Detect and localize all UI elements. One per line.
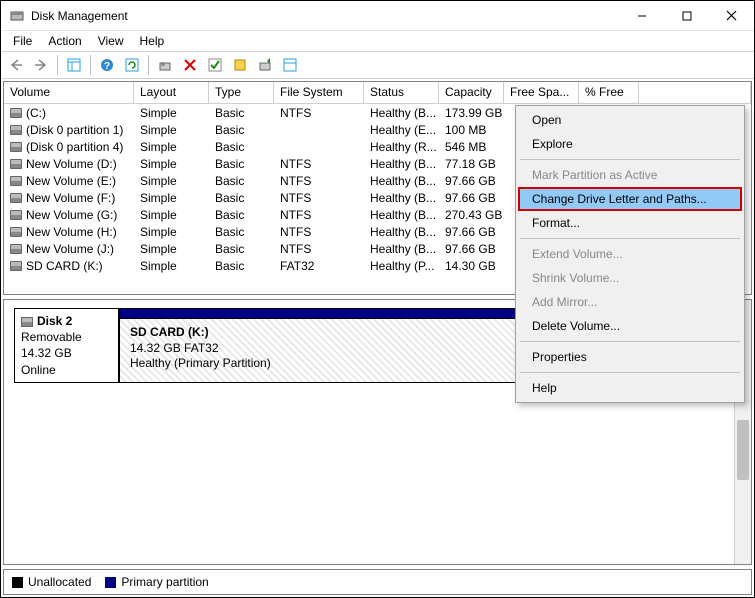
toolbar: ? <box>1 51 754 79</box>
rescan-button[interactable] <box>254 54 276 76</box>
col-padding <box>639 82 751 103</box>
app-icon <box>9 8 25 24</box>
disk-management-window: Disk Management File Action View Help ? <box>0 0 755 598</box>
ctx-format[interactable]: Format... <box>518 211 742 235</box>
minimize-button[interactable] <box>619 1 664 30</box>
ctx-add-mirror: Add Mirror... <box>518 290 742 314</box>
disk-label: Disk 2 <box>37 314 72 328</box>
disk-info: Disk 2 Removable 14.32 GB Online <box>14 308 119 383</box>
col-volume[interactable]: Volume <box>4 82 134 103</box>
volume-icon <box>10 125 22 135</box>
scrollbar-thumb[interactable] <box>737 420 749 480</box>
col-file-system[interactable]: File System <box>274 82 364 103</box>
separator <box>90 55 91 75</box>
ctx-extend-volume: Extend Volume... <box>518 242 742 266</box>
disk-removable: Removable <box>21 329 112 345</box>
partition-status: Healthy (Primary Partition) <box>130 356 271 370</box>
menu-file[interactable]: File <box>5 32 40 50</box>
col-type[interactable]: Type <box>209 82 274 103</box>
delete-button[interactable] <box>179 54 201 76</box>
volume-icon <box>10 210 22 220</box>
col-free-space[interactable]: Free Spa... <box>504 82 579 103</box>
ctx-shrink-volume: Shrink Volume... <box>518 266 742 290</box>
legend: Unallocated Primary partition <box>3 569 752 595</box>
ctx-separator <box>520 372 740 373</box>
column-headers: Volume Layout Type File System Status Ca… <box>4 82 751 104</box>
refresh-button[interactable] <box>121 54 143 76</box>
window-title: Disk Management <box>31 9 619 23</box>
menu-action[interactable]: Action <box>40 32 89 50</box>
partition-size: 14.32 GB FAT32 <box>130 341 219 355</box>
legend-unallocated: Unallocated <box>12 575 91 589</box>
properties-button[interactable] <box>279 54 301 76</box>
settings-button[interactable] <box>154 54 176 76</box>
forward-button[interactable] <box>30 54 52 76</box>
ctx-properties[interactable]: Properties <box>518 345 742 369</box>
ctx-separator <box>520 159 740 160</box>
volume-icon <box>10 227 22 237</box>
volume-icon <box>10 261 22 271</box>
partition-name: SD CARD (K:) <box>130 325 209 339</box>
swatch-unallocated <box>12 577 23 588</box>
window-controls <box>619 1 754 30</box>
swatch-primary <box>105 577 116 588</box>
ctx-help[interactable]: Help <box>518 376 742 400</box>
maximize-button[interactable] <box>664 1 709 30</box>
titlebar: Disk Management <box>1 1 754 31</box>
ctx-change-drive-letter[interactable]: Change Drive Letter and Paths... <box>518 187 742 211</box>
volume-icon <box>10 142 22 152</box>
menu-view[interactable]: View <box>90 32 132 50</box>
ctx-separator <box>520 341 740 342</box>
ctx-open[interactable]: Open <box>518 108 742 132</box>
volume-icon <box>10 108 22 118</box>
svg-text:?: ? <box>104 61 110 72</box>
legend-primary: Primary partition <box>105 575 208 589</box>
volume-icon <box>10 244 22 254</box>
ctx-delete-volume[interactable]: Delete Volume... <box>518 314 742 338</box>
ctx-explore[interactable]: Explore <box>518 132 742 156</box>
check-button[interactable] <box>204 54 226 76</box>
menu-help[interactable]: Help <box>132 32 173 50</box>
disk-size: 14.32 GB <box>21 345 112 361</box>
volume-icon <box>10 193 22 203</box>
disk-state: Online <box>21 362 112 378</box>
close-button[interactable] <box>709 1 754 30</box>
col-percent-free[interactable]: % Free <box>579 82 639 103</box>
volume-icon <box>10 159 22 169</box>
ctx-mark-active: Mark Partition as Active <box>518 163 742 187</box>
separator <box>57 55 58 75</box>
col-status[interactable]: Status <box>364 82 439 103</box>
new-button[interactable] <box>229 54 251 76</box>
help-button[interactable]: ? <box>96 54 118 76</box>
show-hide-button[interactable] <box>63 54 85 76</box>
disk-icon <box>21 317 33 327</box>
separator <box>148 55 149 75</box>
back-button[interactable] <box>5 54 27 76</box>
ctx-separator <box>520 238 740 239</box>
volume-icon <box>10 176 22 186</box>
menubar: File Action View Help <box>1 31 754 51</box>
col-layout[interactable]: Layout <box>134 82 209 103</box>
col-capacity[interactable]: Capacity <box>439 82 504 103</box>
context-menu: Open Explore Mark Partition as Active Ch… <box>515 105 745 403</box>
